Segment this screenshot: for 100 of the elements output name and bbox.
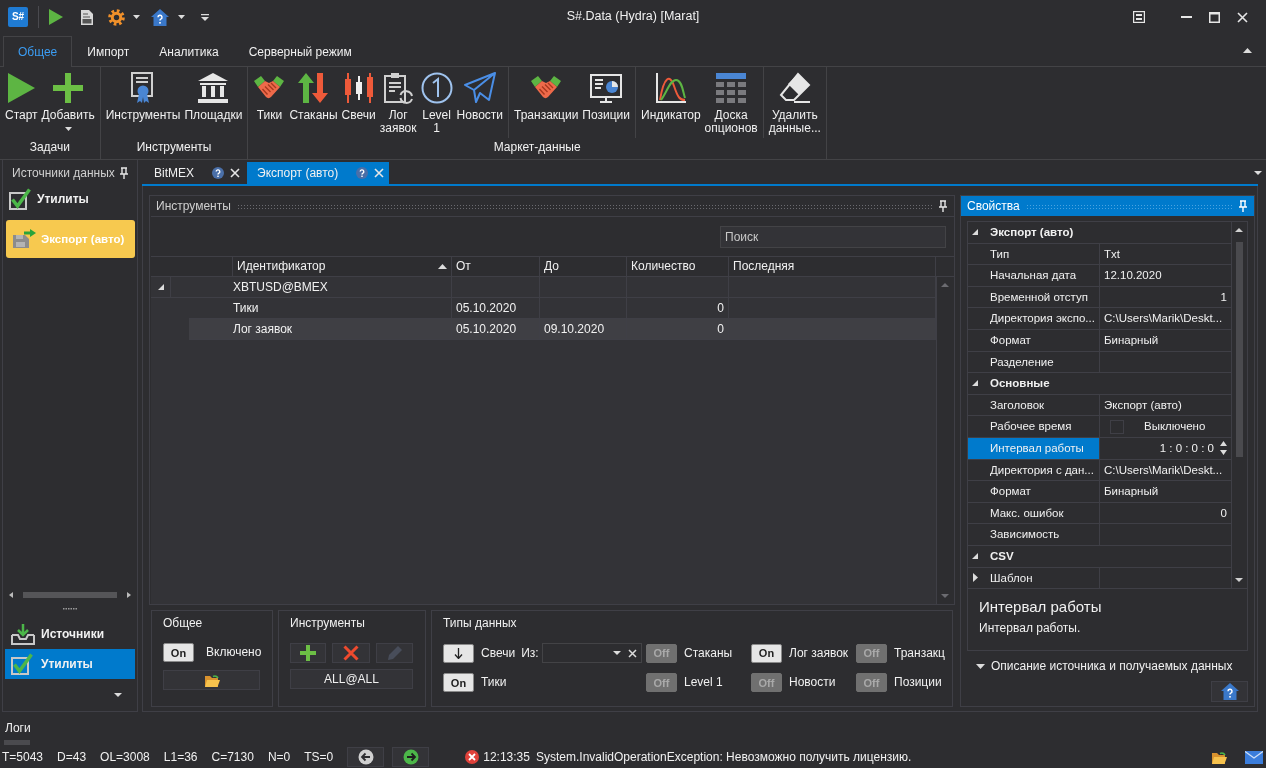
column-header[interactable]: Последняя <box>729 257 936 276</box>
caret-icon[interactable] <box>178 15 185 19</box>
pin-icon[interactable] <box>938 200 948 212</box>
dropdown-field[interactable] <box>541 643 642 663</box>
property-name[interactable]: Временной отступ <box>968 286 1100 308</box>
group-title: Маркет-данные <box>492 139 582 156</box>
ribbon-button[interactable]: Удалить данные... <box>766 67 823 138</box>
gear-icon[interactable] <box>108 8 125 26</box>
collapse-caret-icon[interactable] <box>1243 47 1252 53</box>
property-name[interactable]: Формат <box>968 329 1100 351</box>
property-value[interactable]: 1 : 0 : 0 : 0 <box>1159 441 1214 456</box>
ribbon-button[interactable]: Лог заявок <box>377 67 419 138</box>
caret-icon[interactable] <box>133 15 140 19</box>
property-value[interactable]: Бинарный <box>1100 329 1231 351</box>
property-name[interactable]: Разделение <box>968 351 1100 373</box>
vertical-scrollbar[interactable] <box>936 277 954 604</box>
property-value[interactable]: 0 <box>1100 502 1231 524</box>
folder-icon[interactable] <box>1211 750 1227 764</box>
property-name[interactable]: Заголовок <box>968 394 1100 416</box>
caret-icon[interactable] <box>1254 171 1262 175</box>
ribbon-button[interactable]: Стаканы <box>287 67 340 138</box>
clear-icon[interactable] <box>627 648 637 658</box>
ribbon-button[interactable]: Площадки <box>182 67 245 138</box>
ribbon-tab[interactable]: Серверный режим <box>233 36 367 67</box>
ribbon-tab[interactable]: Общее <box>3 36 73 67</box>
expander-label[interactable]: Описание источника и получаемых данных <box>991 658 1233 674</box>
property-value[interactable]: Экспорт (авто) <box>1100 394 1231 416</box>
column-header[interactable]: До <box>540 257 627 276</box>
up-down-arrows-icon <box>297 72 330 104</box>
property-name[interactable]: Начальная дата <box>968 265 1100 286</box>
ribbon-button[interactable]: Level 1 <box>418 67 455 138</box>
toggle-button[interactable]: On <box>163 643 194 662</box>
ribbon-button[interactable]: Новости <box>454 67 505 138</box>
property-name[interactable]: Директория экспо... <box>968 308 1100 329</box>
expander-triangle-icon[interactable] <box>156 283 165 291</box>
property-name[interactable]: Рабочее время <box>968 416 1100 437</box>
forward-button[interactable] <box>392 747 430 767</box>
spinner-icon[interactable] <box>1220 441 1227 456</box>
selection-button[interactable]: ALL@ALL <box>290 669 413 689</box>
caret-icon[interactable] <box>976 663 985 669</box>
column-header[interactable]: От <box>452 257 540 276</box>
property-name[interactable]: Макс. ошибок <box>968 502 1100 524</box>
ribbon-button[interactable]: Индикатор <box>639 67 703 138</box>
property-name[interactable]: Зависимость <box>968 524 1100 545</box>
grip-icon[interactable] <box>63 608 77 611</box>
property-value[interactable]: 12.10.2020 <box>1100 265 1231 286</box>
back-button[interactable] <box>347 747 385 767</box>
ribbon-tab[interactable]: Импорт <box>72 36 145 67</box>
cross-icon <box>343 645 359 661</box>
ribbon-button[interactable]: Тики <box>251 67 288 138</box>
property-name[interactable]: Шаблон <box>968 567 1100 589</box>
ribbon-button[interactable]: Старт <box>3 67 40 138</box>
close-icon[interactable] <box>230 168 240 178</box>
panel-handle[interactable] <box>4 740 30 745</box>
status-counter: TS=0 <box>304 749 334 765</box>
property-value[interactable]: C:\Users\Marik\Deskt... <box>1100 308 1231 329</box>
ribbon-button[interactable]: Позиции <box>580 67 632 138</box>
data-type-label: Лог заявок <box>789 645 849 661</box>
ribbon-button[interactable]: Свечи <box>339 67 378 138</box>
help-icon[interactable] <box>212 167 224 179</box>
folder-button[interactable] <box>163 670 260 690</box>
property-value[interactable]: 1 <box>1100 286 1231 308</box>
property-name[interactable]: Интервал работы <box>968 437 1100 459</box>
property-name[interactable]: Формат <box>968 481 1100 502</box>
help-button[interactable] <box>1211 681 1248 702</box>
group-title: Инструменты <box>135 139 213 156</box>
house-icon[interactable] <box>151 8 169 26</box>
property-name[interactable]: Директория с дан... <box>968 459 1100 481</box>
play-icon[interactable] <box>48 8 64 26</box>
caret-icon[interactable] <box>114 693 122 697</box>
toggle-button[interactable]: On <box>443 673 474 692</box>
property-value[interactable]: Бинарный <box>1100 481 1231 502</box>
expander-triangle-icon[interactable] <box>971 573 978 583</box>
mail-icon[interactable] <box>1245 750 1263 764</box>
expander-triangle-icon[interactable] <box>970 228 979 237</box>
sidebar-item[interactable]: Утилиты <box>5 649 135 679</box>
ribbon-button[interactable]: Доска опционов <box>702 67 760 138</box>
ribbon-tab[interactable]: Аналитика <box>144 36 234 67</box>
property-value[interactable]: Txt <box>1100 243 1231 265</box>
ribbon-button[interactable]: Транзакции <box>512 67 581 138</box>
down-arrow-button[interactable] <box>443 643 474 663</box>
toggle-button[interactable]: On <box>751 643 782 663</box>
expander-triangle-icon[interactable] <box>970 552 979 561</box>
property-name[interactable]: Тип <box>968 243 1100 265</box>
customize-caret-icon[interactable] <box>201 13 209 21</box>
property-value[interactable]: C:\Users\Marik\Deskt... <box>1100 459 1231 481</box>
category-label: Экспорт (авто) <box>989 225 1074 241</box>
delete-button[interactable] <box>332 643 370 663</box>
add-button[interactable] <box>290 643 326 663</box>
down-arrow-icon <box>454 647 463 659</box>
sidebar-item[interactable]: Источники <box>5 619 135 649</box>
column-header[interactable]: Количество <box>627 257 729 276</box>
document-icon[interactable] <box>80 8 94 26</box>
column-header[interactable]: Идентификатор <box>233 257 452 276</box>
pin-icon[interactable] <box>119 167 129 179</box>
ribbon-button[interactable]: Добавить <box>39 67 97 138</box>
caret-icon[interactable] <box>612 651 621 655</box>
ribbon-button[interactable]: Инструменты <box>103 67 183 138</box>
search-field[interactable]: Поиск <box>720 225 946 248</box>
expander-triangle-icon[interactable] <box>970 379 979 388</box>
